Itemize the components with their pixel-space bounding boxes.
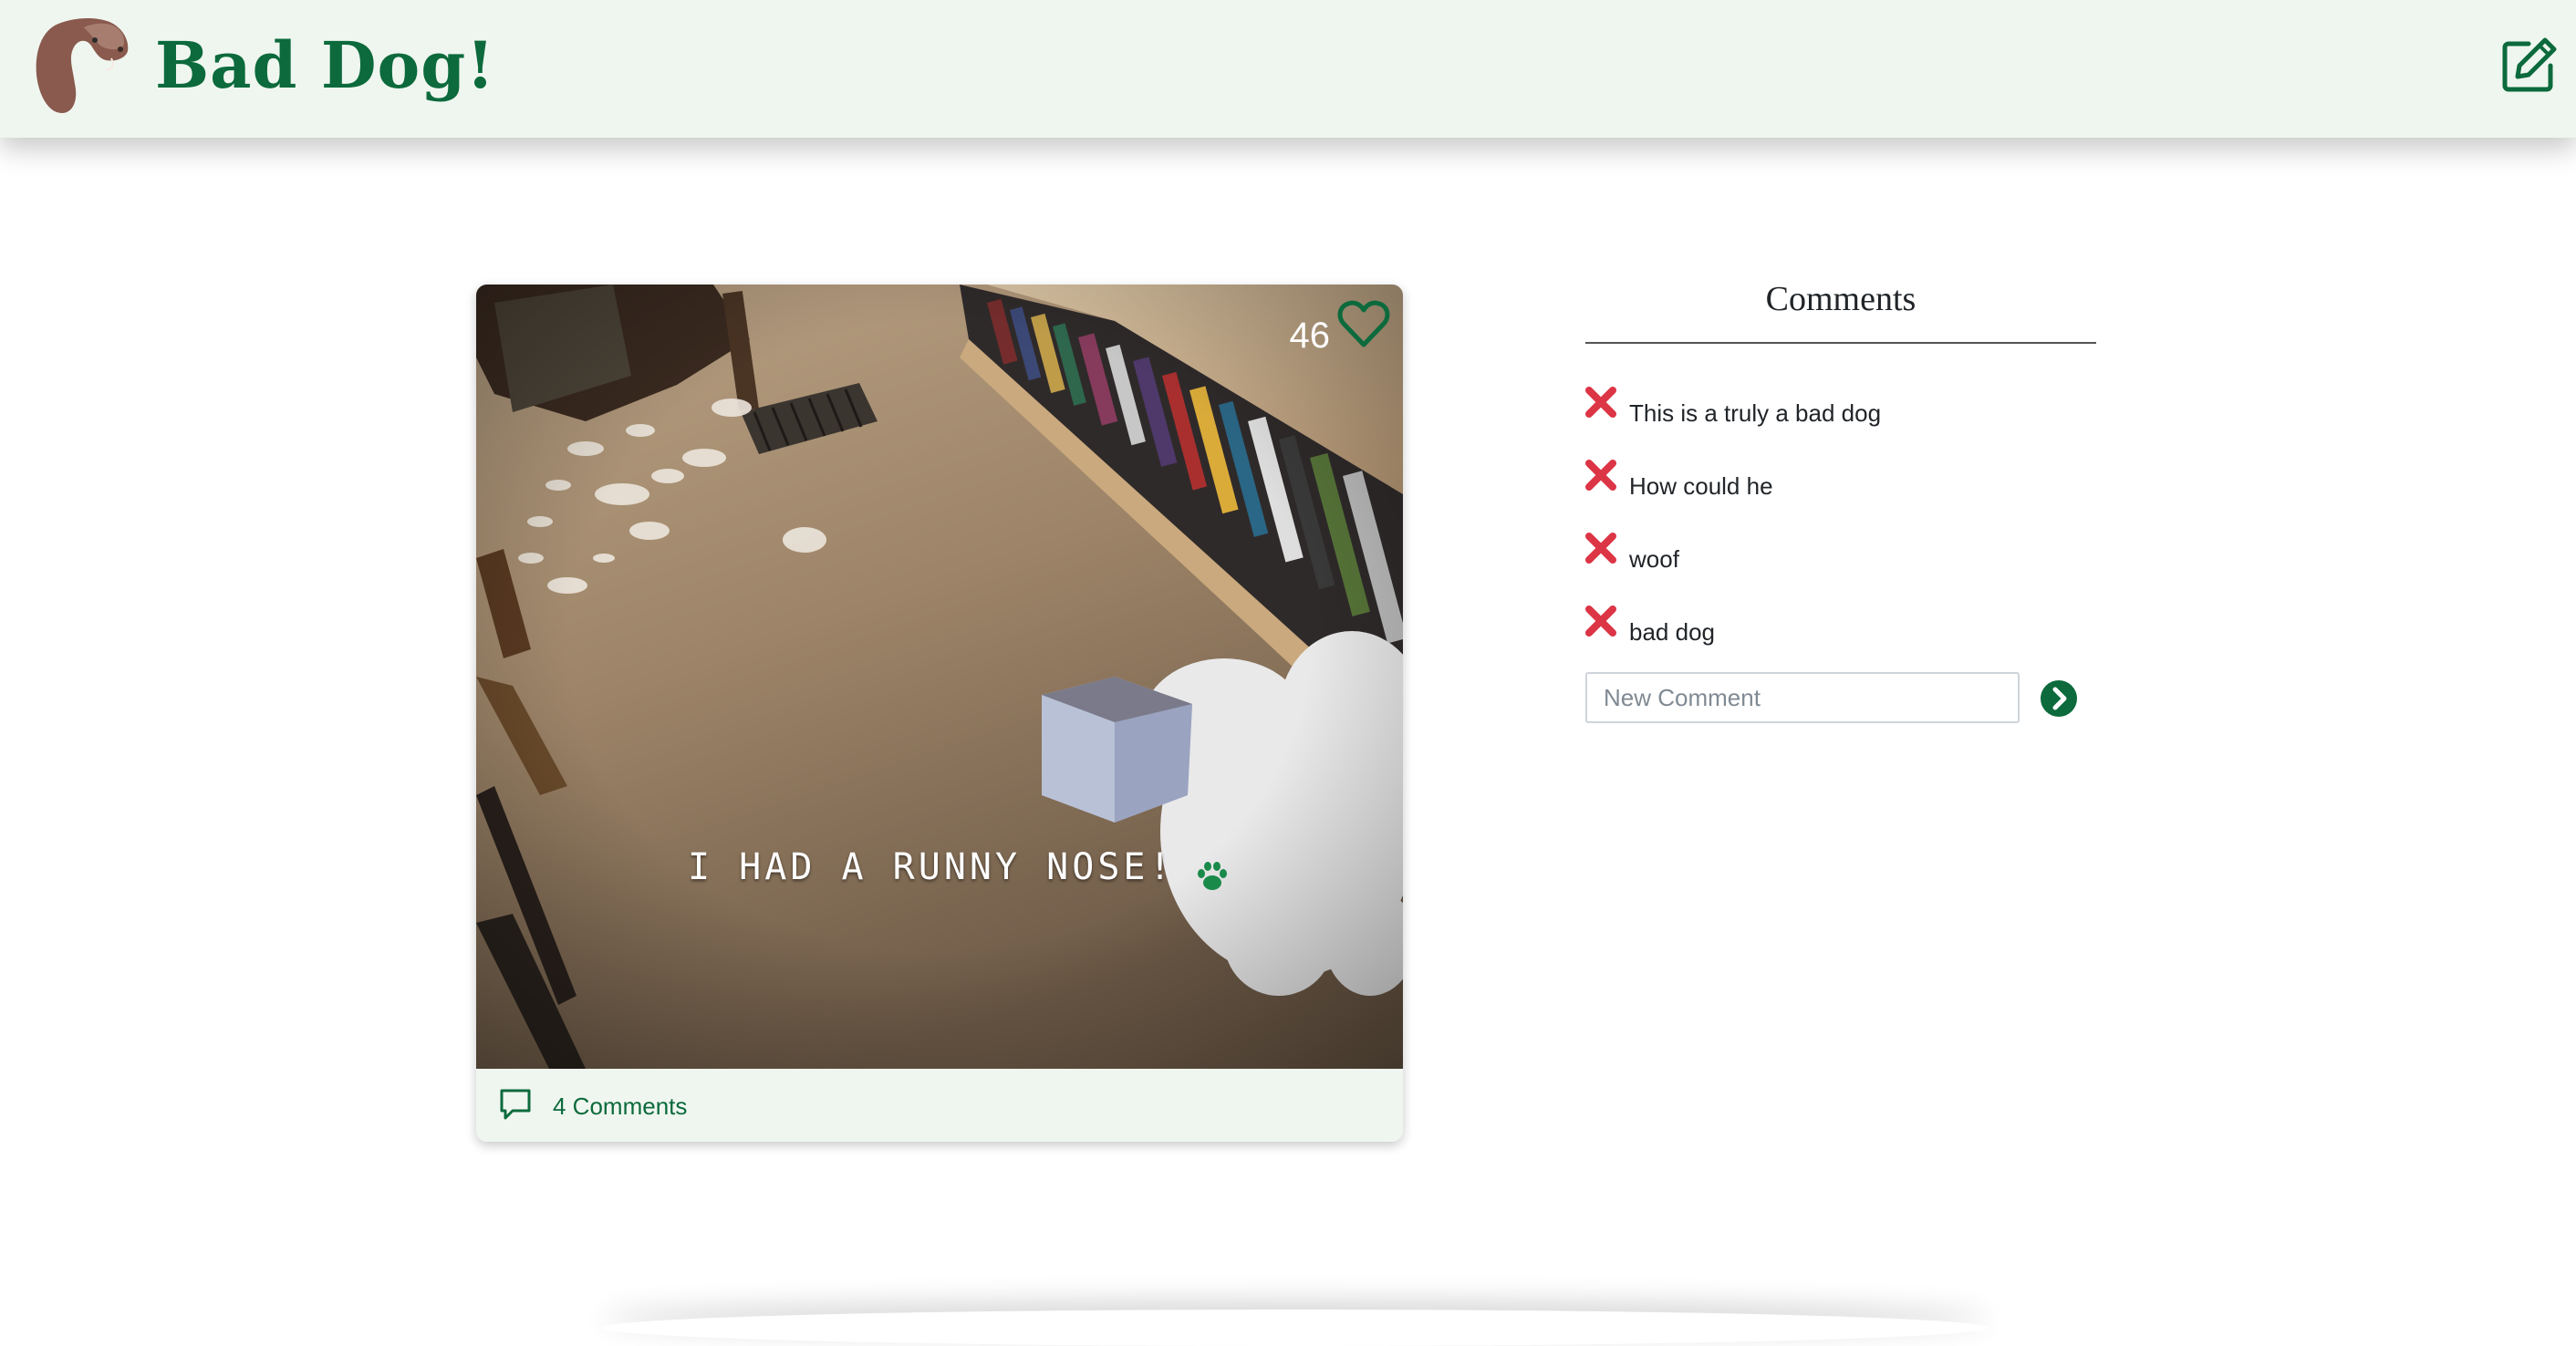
paw-icon	[1198, 861, 1228, 890]
new-comment-input[interactable]	[1585, 672, 2020, 723]
brand-title[interactable]: Bad Dog!	[155, 20, 495, 111]
post-card: 46 4 Comments	[476, 285, 1403, 1142]
delete-comment-icon[interactable]	[1584, 385, 1618, 419]
chevron-right-circle-icon[interactable]	[2040, 679, 2078, 718]
likes-count: 46	[1289, 316, 1331, 356]
heart-icon[interactable]	[1337, 299, 1390, 348]
comment-text: This is a truly a bad dog	[1629, 399, 1882, 427]
comment-text: How could he	[1629, 472, 1773, 500]
comments-divider	[1585, 342, 2096, 344]
bottom-shadow	[602, 1310, 1989, 1346]
dog-head-logo[interactable]	[31, 18, 133, 119]
delete-comment-icon[interactable]	[1584, 531, 1618, 565]
comments-title: Comments	[1765, 280, 1916, 318]
comment-bubble-icon[interactable]	[498, 1087, 533, 1122]
comment-text: bad dog	[1629, 618, 1715, 646]
caption: I HAD A RUNNY NOSE!	[688, 846, 1230, 901]
comment-text: woof	[1629, 545, 1679, 573]
dog-photo[interactable]	[476, 285, 1403, 1069]
card-footer: 4 Comments	[476, 1069, 1403, 1142]
comments-count-link[interactable]: 4 Comments	[553, 1089, 687, 1123]
caption-text: I HAD A RUNNY NOSE!	[688, 846, 1175, 888]
navbar: Bad Dog!	[0, 0, 2576, 138]
delete-comment-icon[interactable]	[1584, 604, 1618, 638]
delete-comment-icon[interactable]	[1584, 458, 1618, 492]
edit-icon[interactable]	[2499, 35, 2560, 95]
